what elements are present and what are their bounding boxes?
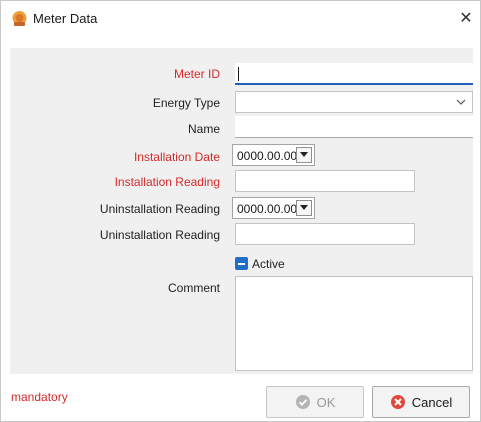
date-dropdown-button[interactable] [296,200,312,216]
installation-reading-input[interactable] [235,170,415,192]
uninstallation-reading-label: Uninstallation Reading [99,228,220,242]
meter-app-icon [12,11,27,26]
triangle-down-icon [300,152,308,157]
installation-reading-label: Installation Reading [114,175,220,189]
comment-textarea[interactable] [235,276,473,371]
mandatory-note: mandatory [11,390,68,404]
dialog-title: Meter Data [33,11,98,26]
close-button[interactable]: ✕ [452,1,480,35]
close-icon: ✕ [459,10,473,27]
title-bar: Meter Data ✕ [1,1,480,35]
text-caret [238,67,239,81]
comment-label: Comment [167,281,220,295]
form-panel: Meter ID Energy Type Name Installation D… [10,48,473,374]
ok-button[interactable]: OK [266,386,364,418]
name-label: Name [187,122,220,136]
chevron-down-icon [456,99,466,105]
meter-id-input[interactable] [235,63,473,85]
uninstallation-date-picker[interactable]: 0000.00.00 [232,197,315,219]
uninstallation-reading-input[interactable] [235,223,415,245]
triangle-down-icon [300,205,308,210]
uninstallation-date-value: 0000.00.00 [237,202,298,216]
installation-date-value: 0000.00.00 [237,149,298,163]
energy-type-combobox[interactable] [235,91,473,113]
uninstallation-date-label: Uninstallation Reading [99,202,220,216]
cancel-button-label: Cancel [411,394,453,410]
energy-type-label: Energy Type [152,96,220,110]
meter-id-label: Meter ID [173,67,220,81]
active-checkbox[interactable] [235,257,248,270]
date-dropdown-button[interactable] [296,147,312,163]
cancel-circle-icon [390,395,405,409]
meter-data-dialog: Meter Data ✕ Meter ID Energy Type Name I… [0,0,481,422]
name-input[interactable] [235,116,473,138]
ok-button-label: OK [316,394,336,410]
cancel-button[interactable]: Cancel [372,386,470,418]
installation-date-picker[interactable]: 0000.00.00 [232,144,315,166]
active-checkbox-label[interactable]: Active [252,257,285,271]
check-circle-icon [295,395,310,409]
installation-date-label: Installation Date [133,150,220,164]
